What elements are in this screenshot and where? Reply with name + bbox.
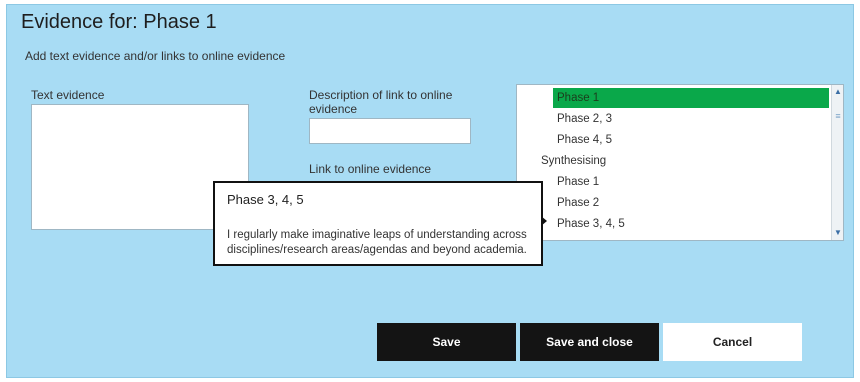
link-description-input[interactable] [309,118,471,144]
cancel-button[interactable]: Cancel [663,323,802,361]
save-button[interactable]: Save [377,323,516,361]
scroll-down-icon[interactable]: ▼ [833,228,843,238]
save-and-close-button[interactable]: Save and close [520,323,659,361]
tooltip-body: I regularly make imaginative leaps of un… [227,229,527,256]
tooltip-pointer-icon [541,216,547,226]
phase-listbox[interactable]: Phase 1 Phase 2, 3 Phase 4, 5 Synthesisi… [516,84,844,241]
list-item[interactable]: Phase 1 [553,88,829,108]
list-item[interactable]: Phase 2 [553,193,829,213]
list-item[interactable]: Phase 3, 4, 5 [553,214,829,234]
phase-tooltip: Phase 3, 4, 5 I regularly make imaginati… [213,181,543,266]
list-item[interactable]: Phase 4, 5 [553,130,829,150]
dialog-title: Evidence for: Phase 1 [21,11,217,33]
list-group-header: Synthesising [541,155,607,167]
list-item[interactable]: Phase 2, 3 [553,109,829,129]
dialog-subtitle: Add text evidence and/or links to online… [25,49,286,63]
link-description-label: Description of link to online evidence [309,88,453,116]
listbox-scrollbar[interactable]: ▲ ≡ ▼ [831,85,843,240]
evidence-dialog: Evidence for: Phase 1 Add text evidence … [6,4,854,378]
list-item[interactable]: Phase 1 [553,172,829,192]
scroll-grip-icon[interactable]: ≡ [833,111,843,121]
scroll-up-icon[interactable]: ▲ [833,87,843,97]
online-link-label: Link to online evidence [309,162,432,176]
text-evidence-label: Text evidence [31,88,105,102]
tooltip-title: Phase 3, 4, 5 [227,192,304,207]
